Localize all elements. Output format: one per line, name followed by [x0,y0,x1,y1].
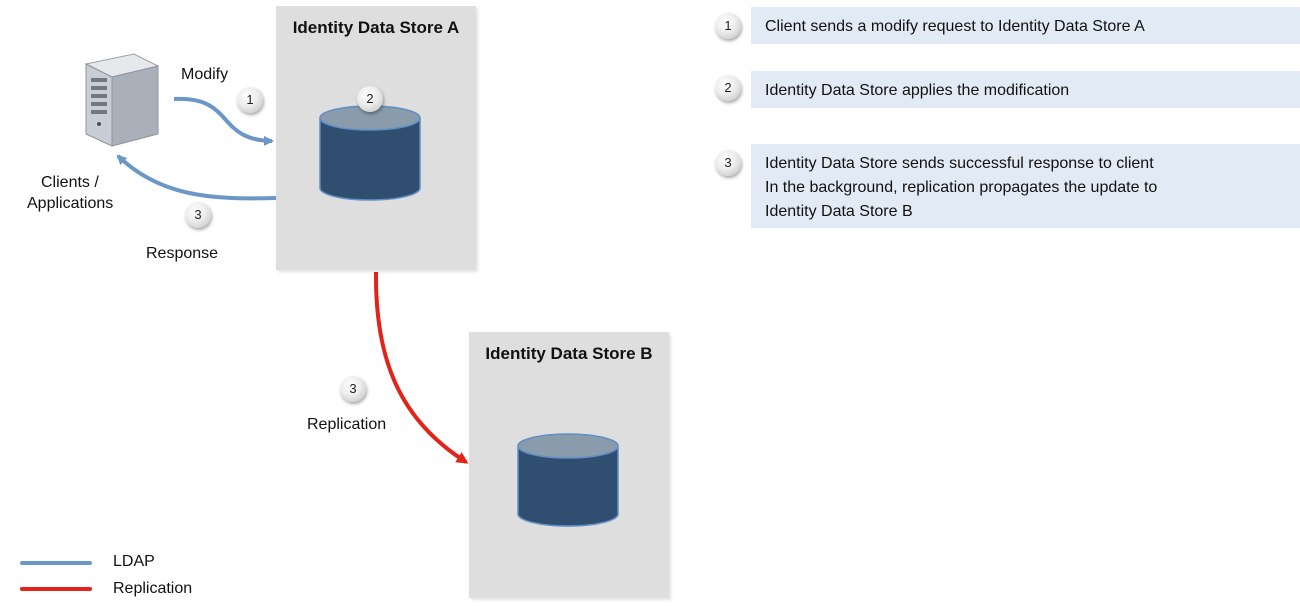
step-3-line-2: In the background, replication propagate… [765,179,1158,196]
legend-ldap-swatch [20,561,92,565]
step-2-text-box: Identity Data Store applies the modifica… [751,71,1300,108]
legend-replication-swatch [20,587,92,591]
step-3-line-3: Identity Data Store B [765,203,913,220]
step-3-line-1: Identity Data Store sends successful res… [765,155,1154,172]
store-b-database-icon [517,433,619,527]
step-1-badge: 1 [715,13,741,39]
step-3-text-box: Identity Data Store sends successful res… [751,144,1300,228]
legend-ldap-label: LDAP [113,553,155,570]
step-1-text-box: Client sends a modify request to Identit… [751,7,1300,44]
step-2-badge: 2 [715,75,741,101]
step-1-line-1: Client sends a modify request to Identit… [765,18,1145,35]
legend-replication-label: Replication [113,580,193,597]
step-2-line-1: Identity Data Store applies the modifica… [765,82,1070,99]
step-3-badge: 3 [715,150,741,176]
